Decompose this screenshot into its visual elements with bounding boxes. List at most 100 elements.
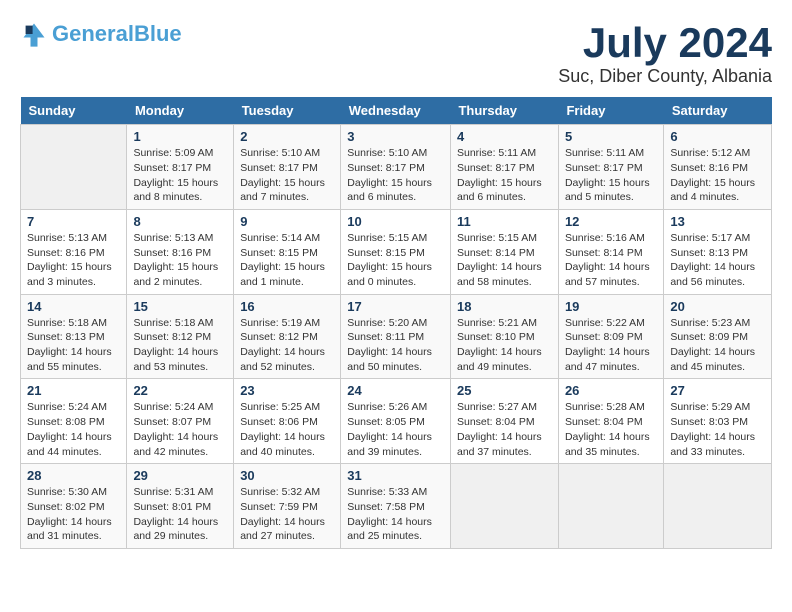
header-saturday: Saturday xyxy=(664,97,772,125)
day-info: Sunrise: 5:27 AM Sunset: 8:04 PM Dayligh… xyxy=(457,400,552,459)
calendar-cell: 12Sunrise: 5:16 AM Sunset: 8:14 PM Dayli… xyxy=(558,209,663,294)
day-info: Sunrise: 5:16 AM Sunset: 8:14 PM Dayligh… xyxy=(565,231,657,290)
calendar-cell: 13 Sunrise: 5:17 AM Sunset: 8:13 PM Dayli… xyxy=(664,209,772,294)
day-number: 18 xyxy=(457,299,552,314)
day-number: 19 xyxy=(565,299,657,314)
day-number: 13 xyxy=(670,214,765,229)
day-info: Sunrise: 5:18 AM Sunset: 8:12 PM Dayligh… xyxy=(133,316,227,375)
day-number: 3 xyxy=(347,129,444,144)
day-info: Sunrise: 5:15 AM Sunset: 8:14 PM Dayligh… xyxy=(457,231,552,290)
day-number: 24 xyxy=(347,383,444,398)
day-info: Sunrise: 5:26 AM Sunset: 8:05 PM Dayligh… xyxy=(347,400,444,459)
calendar-cell: 31 Sunrise: 5:33 AM Sunset: 7:58 PM Dayli… xyxy=(341,464,451,549)
day-number: 14 xyxy=(27,299,120,314)
day-info: Sunrise: 5:10 AM Sunset: 8:17 PM Dayligh… xyxy=(240,146,334,205)
calendar-cell: 4 Sunrise: 5:11 AM Sunset: 8:17 PM Daylig… xyxy=(450,125,558,210)
calendar-cell: 9 Sunrise: 5:14 AM Sunset: 8:15 PM Daylig… xyxy=(234,209,341,294)
calendar-week-2: 7Sunrise: 5:13 AM Sunset: 8:16 PM Daylig… xyxy=(21,209,772,294)
day-info: Sunrise: 5:23 AM Sunset: 8:09 PM Dayligh… xyxy=(670,316,765,375)
logo: GeneralBlue xyxy=(20,20,182,48)
day-number: 8 xyxy=(133,214,227,229)
calendar-cell xyxy=(664,464,772,549)
header-wednesday: Wednesday xyxy=(341,97,451,125)
calendar-cell: 19 Sunrise: 5:22 AM Sunset: 8:09 PM Dayli… xyxy=(558,294,663,379)
day-number: 1 xyxy=(133,129,227,144)
day-info: Sunrise: 5:25 AM Sunset: 8:06 PM Dayligh… xyxy=(240,400,334,459)
logo-icon xyxy=(20,20,48,48)
day-info: Sunrise: 5:30 AM Sunset: 8:02 PM Dayligh… xyxy=(27,485,120,544)
header-tuesday: Tuesday xyxy=(234,97,341,125)
day-number: 5 xyxy=(565,129,657,144)
calendar-table: SundayMondayTuesdayWednesdayThursdayFrid… xyxy=(20,97,772,549)
day-info: Sunrise: 5:13 AM Sunset: 8:16 PM Dayligh… xyxy=(27,231,120,290)
day-number: 29 xyxy=(133,468,227,483)
day-number: 15 xyxy=(133,299,227,314)
day-number: 25 xyxy=(457,383,552,398)
calendar-cell: 1 Sunrise: 5:09 AM Sunset: 8:17 PM Daylig… xyxy=(127,125,234,210)
calendar-cell: 30 Sunrise: 5:32 AM Sunset: 7:59 PM Dayli… xyxy=(234,464,341,549)
title-block: July 2024 Suc, Diber County, Albania xyxy=(558,20,772,87)
calendar-cell: 6Sunrise: 5:12 AM Sunset: 8:16 PM Daylig… xyxy=(664,125,772,210)
calendar-cell: 14 Sunrise: 5:18 AM Sunset: 8:13 PM Dayli… xyxy=(21,294,127,379)
calendar-cell: 10Sunrise: 5:15 AM Sunset: 8:15 PM Dayli… xyxy=(341,209,451,294)
calendar-week-5: 28 Sunrise: 5:30 AM Sunset: 8:02 PM Dayli… xyxy=(21,464,772,549)
day-info: Sunrise: 5:20 AM Sunset: 8:11 PM Dayligh… xyxy=(347,316,444,375)
day-info: Sunrise: 5:11 AM Sunset: 8:17 PM Dayligh… xyxy=(565,146,657,205)
calendar-cell: 21 Sunrise: 5:24 AM Sunset: 8:08 PM Dayli… xyxy=(21,379,127,464)
day-info: Sunrise: 5:33 AM Sunset: 7:58 PM Dayligh… xyxy=(347,485,444,544)
calendar-cell: 5 Sunrise: 5:11 AM Sunset: 8:17 PM Daylig… xyxy=(558,125,663,210)
logo-line1: General xyxy=(52,21,134,46)
day-info: Sunrise: 5:31 AM Sunset: 8:01 PM Dayligh… xyxy=(133,485,227,544)
calendar-cell: 27Sunrise: 5:29 AM Sunset: 8:03 PM Dayli… xyxy=(664,379,772,464)
calendar-cell: 17 Sunrise: 5:20 AM Sunset: 8:11 PM Dayli… xyxy=(341,294,451,379)
day-number: 9 xyxy=(240,214,334,229)
calendar-cell: 11Sunrise: 5:15 AM Sunset: 8:14 PM Dayli… xyxy=(450,209,558,294)
calendar-cell: 2Sunrise: 5:10 AM Sunset: 8:17 PM Daylig… xyxy=(234,125,341,210)
day-info: Sunrise: 5:22 AM Sunset: 8:09 PM Dayligh… xyxy=(565,316,657,375)
day-number: 21 xyxy=(27,383,120,398)
logo-line2: Blue xyxy=(134,21,182,46)
day-info: Sunrise: 5:18 AM Sunset: 8:13 PM Dayligh… xyxy=(27,316,120,375)
logo-text: GeneralBlue xyxy=(52,22,182,46)
day-info: Sunrise: 5:21 AM Sunset: 8:10 PM Dayligh… xyxy=(457,316,552,375)
day-number: 6 xyxy=(670,129,765,144)
calendar-cell: 3Sunrise: 5:10 AM Sunset: 8:17 PM Daylig… xyxy=(341,125,451,210)
day-info: Sunrise: 5:13 AM Sunset: 8:16 PM Dayligh… xyxy=(133,231,227,290)
calendar-cell: 25 Sunrise: 5:27 AM Sunset: 8:04 PM Dayli… xyxy=(450,379,558,464)
calendar-cell: 16Sunrise: 5:19 AM Sunset: 8:12 PM Dayli… xyxy=(234,294,341,379)
day-number: 28 xyxy=(27,468,120,483)
header-sunday: Sunday xyxy=(21,97,127,125)
day-info: Sunrise: 5:24 AM Sunset: 8:08 PM Dayligh… xyxy=(27,400,120,459)
header-monday: Monday xyxy=(127,97,234,125)
day-info: Sunrise: 5:14 AM Sunset: 8:15 PM Dayligh… xyxy=(240,231,334,290)
day-info: Sunrise: 5:15 AM Sunset: 8:15 PM Dayligh… xyxy=(347,231,444,290)
calendar-cell xyxy=(558,464,663,549)
calendar-cell xyxy=(21,125,127,210)
header-thursday: Thursday xyxy=(450,97,558,125)
day-info: Sunrise: 5:17 AM Sunset: 8:13 PM Dayligh… xyxy=(670,231,765,290)
calendar-cell: 24 Sunrise: 5:26 AM Sunset: 8:05 PM Dayli… xyxy=(341,379,451,464)
calendar-cell: 7Sunrise: 5:13 AM Sunset: 8:16 PM Daylig… xyxy=(21,209,127,294)
day-number: 4 xyxy=(457,129,552,144)
calendar-week-1: 1 Sunrise: 5:09 AM Sunset: 8:17 PM Daylig… xyxy=(21,125,772,210)
calendar-cell: 22Sunrise: 5:24 AM Sunset: 8:07 PM Dayli… xyxy=(127,379,234,464)
calendar-cell: 18 Sunrise: 5:21 AM Sunset: 8:10 PM Dayli… xyxy=(450,294,558,379)
day-info: Sunrise: 5:19 AM Sunset: 8:12 PM Dayligh… xyxy=(240,316,334,375)
calendar-cell: 26Sunrise: 5:28 AM Sunset: 8:04 PM Dayli… xyxy=(558,379,663,464)
day-info: Sunrise: 5:32 AM Sunset: 7:59 PM Dayligh… xyxy=(240,485,334,544)
header-friday: Friday xyxy=(558,97,663,125)
calendar-cell: 15 Sunrise: 5:18 AM Sunset: 8:12 PM Dayli… xyxy=(127,294,234,379)
calendar-cell: 28 Sunrise: 5:30 AM Sunset: 8:02 PM Dayli… xyxy=(21,464,127,549)
day-number: 31 xyxy=(347,468,444,483)
calendar-header-row: SundayMondayTuesdayWednesdayThursdayFrid… xyxy=(21,97,772,125)
day-info: Sunrise: 5:11 AM Sunset: 8:17 PM Dayligh… xyxy=(457,146,552,205)
day-number: 22 xyxy=(133,383,227,398)
day-number: 20 xyxy=(670,299,765,314)
calendar-cell: 20 Sunrise: 5:23 AM Sunset: 8:09 PM Dayli… xyxy=(664,294,772,379)
calendar-title: July 2024 xyxy=(558,20,772,66)
day-number: 26 xyxy=(565,383,657,398)
day-number: 17 xyxy=(347,299,444,314)
day-number: 30 xyxy=(240,468,334,483)
day-info: Sunrise: 5:09 AM Sunset: 8:17 PM Dayligh… xyxy=(133,146,227,205)
day-number: 23 xyxy=(240,383,334,398)
